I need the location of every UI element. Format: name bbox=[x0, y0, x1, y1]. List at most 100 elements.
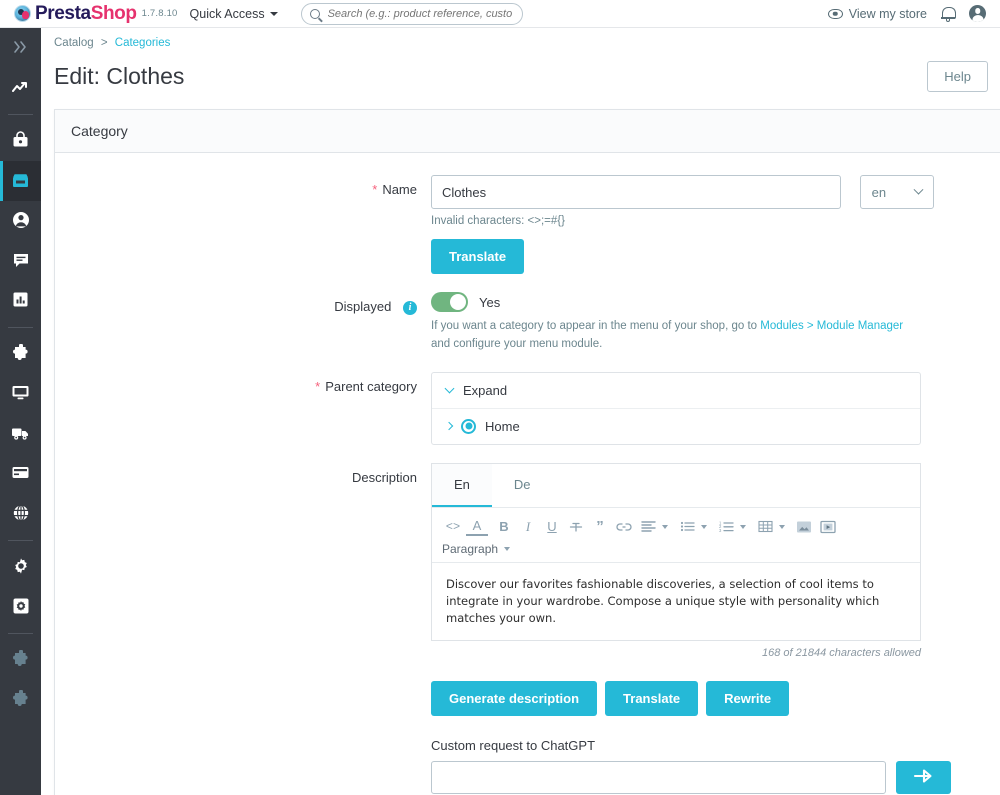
image-icon[interactable] bbox=[793, 516, 815, 538]
parent-category-label: Parent category bbox=[325, 379, 417, 394]
send-arrow-icon bbox=[913, 768, 935, 787]
global-search[interactable] bbox=[301, 3, 523, 25]
displayed-help-text: If you want a category to appear in the … bbox=[431, 318, 911, 354]
chatgpt-input[interactable] bbox=[431, 761, 886, 794]
chatgpt-row bbox=[431, 761, 1000, 794]
chevron-right-icon[interactable] bbox=[445, 422, 453, 430]
align-icon[interactable] bbox=[637, 516, 659, 538]
video-icon[interactable] bbox=[817, 516, 839, 538]
sidebar-item-catalog[interactable] bbox=[0, 161, 41, 201]
language-select[interactable]: en bbox=[860, 175, 934, 209]
brand-logo[interactable]: PrestaShop 1.7.8.10 bbox=[14, 4, 178, 23]
ai-button-row: Generate description Translate Rewrite bbox=[431, 681, 1000, 716]
sidebar-divider-4 bbox=[8, 633, 33, 634]
translate-name-button[interactable]: Translate bbox=[431, 239, 524, 274]
text-color-icon[interactable]: A bbox=[466, 518, 488, 536]
sidebar-item-shop-parameters[interactable] bbox=[0, 547, 41, 587]
search-icon bbox=[310, 9, 320, 19]
view-my-store-link[interactable]: View my store bbox=[828, 7, 927, 21]
editor-content[interactable]: Discover our favorites fashionable disco… bbox=[432, 563, 920, 641]
shopping-basket-icon bbox=[11, 131, 30, 152]
italic-icon[interactable]: I bbox=[517, 516, 539, 538]
sidebar-item-dashboard[interactable] bbox=[0, 68, 41, 108]
sidebar-divider-2 bbox=[8, 327, 33, 328]
displayed-label: Displayed bbox=[334, 299, 391, 314]
search-input[interactable] bbox=[326, 7, 514, 21]
table-dropdown-caret-icon[interactable] bbox=[779, 525, 785, 529]
tab-de[interactable]: De bbox=[492, 464, 553, 507]
sidebar-item-advanced-parameters[interactable] bbox=[0, 587, 41, 627]
sidebar-item-design[interactable] bbox=[0, 374, 41, 414]
rewrite-description-button[interactable]: Rewrite bbox=[706, 681, 789, 716]
gear-square-icon bbox=[12, 597, 30, 618]
sidebar-item-shipping[interactable] bbox=[0, 414, 41, 454]
header-actions: View my store bbox=[828, 5, 986, 22]
name-label-wrap: *Name bbox=[71, 175, 431, 274]
main-content: Catalog > Categories Edit: Clothes Help … bbox=[41, 28, 1000, 795]
numbered-list-icon[interactable]: 123 bbox=[715, 516, 737, 538]
bell-icon[interactable] bbox=[941, 6, 955, 22]
sidebar-item-stats[interactable] bbox=[0, 281, 41, 321]
sidebar-item-collapse[interactable] bbox=[0, 28, 41, 68]
help-button[interactable]: Help bbox=[927, 61, 988, 92]
form-row-parent-category: *Parent category Expand Home bbox=[71, 372, 1000, 445]
name-help-text: Invalid characters: <>;=#{} bbox=[431, 215, 1000, 227]
strikethrough-icon[interactable] bbox=[565, 516, 587, 538]
sidebar-item-customers[interactable] bbox=[0, 201, 41, 241]
tree-item-home[interactable]: Home bbox=[432, 409, 920, 444]
translate-description-button[interactable]: Translate bbox=[605, 681, 698, 716]
tab-en[interactable]: En bbox=[432, 464, 492, 507]
chatgpt-send-button[interactable] bbox=[896, 761, 951, 794]
sidebar-divider-3 bbox=[8, 540, 33, 541]
sidebar-item-module-extra-2[interactable] bbox=[0, 680, 41, 720]
editor-language-tabs: En De bbox=[432, 464, 920, 508]
sidebar-item-payment[interactable] bbox=[0, 454, 41, 494]
generate-description-button[interactable]: Generate description bbox=[431, 681, 597, 716]
displayed-toggle[interactable] bbox=[431, 292, 468, 312]
name-input[interactable] bbox=[431, 175, 841, 209]
numbered-list-dropdown-caret-icon[interactable] bbox=[740, 525, 746, 529]
table-icon[interactable] bbox=[754, 516, 776, 538]
page-title: Edit: Clothes bbox=[54, 63, 184, 90]
name-label: Name bbox=[382, 182, 417, 197]
source-code-icon[interactable]: <> bbox=[442, 516, 464, 538]
bar-chart-icon bbox=[12, 291, 29, 311]
gear-icon bbox=[12, 557, 30, 578]
sidebar-item-international[interactable] bbox=[0, 494, 41, 534]
displayed-help-prefix: If you want a category to appear in the … bbox=[431, 320, 760, 332]
sidebar-item-modules[interactable] bbox=[0, 334, 41, 374]
info-icon[interactable]: i bbox=[403, 301, 417, 315]
tree-expand-toggle[interactable]: Expand bbox=[432, 373, 920, 409]
breadcrumb-current[interactable]: Categories bbox=[115, 37, 171, 49]
paragraph-format-dropdown[interactable]: Paragraph bbox=[442, 542, 910, 556]
toggle-knob bbox=[450, 294, 466, 310]
tree-radio-home[interactable] bbox=[461, 419, 476, 434]
form-row-name: *Name en Invalid characters: <>;=#{} Tra… bbox=[71, 175, 1000, 274]
storefront-icon bbox=[11, 171, 30, 192]
displayed-label-wrap: Displayed i bbox=[71, 292, 431, 354]
sidebar-divider-1 bbox=[8, 114, 33, 115]
sidebar-item-module-extra-1[interactable] bbox=[0, 640, 41, 680]
underline-icon[interactable]: U bbox=[541, 516, 563, 538]
page-header: Edit: Clothes Help bbox=[41, 49, 1000, 109]
editor-toolbar: <> A B I U ” bbox=[432, 508, 920, 563]
link-icon[interactable] bbox=[613, 516, 635, 538]
bullet-list-dropdown-caret-icon[interactable] bbox=[701, 525, 707, 529]
form-row-displayed: Displayed i Yes If you want a category t… bbox=[71, 292, 1000, 354]
avatar[interactable] bbox=[969, 5, 986, 22]
sidebar-item-customer-service[interactable] bbox=[0, 241, 41, 281]
module-manager-link[interactable]: Modules > Module Manager bbox=[760, 320, 903, 332]
category-card: Category *Name en Invalid characters: <>… bbox=[54, 109, 1000, 795]
brand-shop-text: Shop bbox=[91, 3, 137, 24]
category-tree: Expand Home bbox=[431, 372, 921, 445]
displayed-help-suffix: and configure your menu module. bbox=[431, 338, 602, 350]
blockquote-icon[interactable]: ” bbox=[589, 516, 611, 538]
bold-icon[interactable]: B bbox=[493, 516, 515, 538]
sidebar-item-orders[interactable] bbox=[0, 121, 41, 161]
bullet-list-icon[interactable] bbox=[676, 516, 698, 538]
description-label-wrap: Description bbox=[71, 463, 431, 795]
parent-category-label-wrap: *Parent category bbox=[71, 372, 431, 445]
paragraph-format-label: Paragraph bbox=[442, 542, 498, 556]
align-dropdown-caret-icon[interactable] bbox=[662, 525, 668, 529]
quick-access-menu[interactable]: Quick Access bbox=[190, 7, 278, 21]
